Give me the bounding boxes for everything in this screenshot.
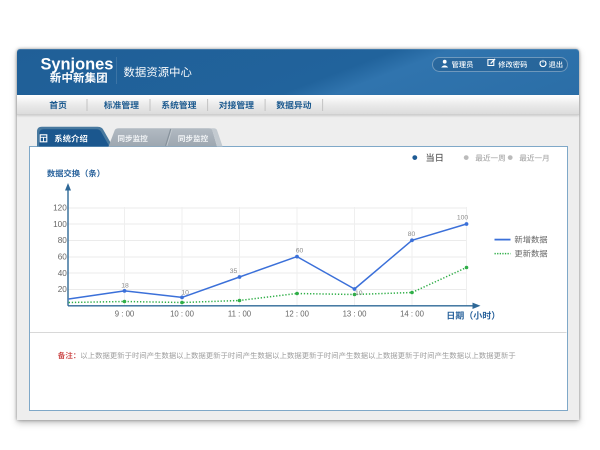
svg-text:10: 10 xyxy=(181,289,189,296)
svg-text:20: 20 xyxy=(58,285,68,294)
svg-text:18: 18 xyxy=(121,282,129,289)
svg-text:12 : 00: 12 : 00 xyxy=(285,310,310,319)
svg-text:60: 60 xyxy=(58,253,68,262)
svg-text:10 : 00: 10 : 00 xyxy=(170,310,195,319)
svg-text:40: 40 xyxy=(58,269,68,278)
svg-text:35: 35 xyxy=(230,268,238,275)
svg-text:10: 10 xyxy=(355,290,363,297)
svg-text:13 : 00: 13 : 00 xyxy=(343,310,368,319)
svg-text:100: 100 xyxy=(457,215,469,222)
svg-text:14 : 00: 14 : 00 xyxy=(400,310,425,319)
svg-text:120: 120 xyxy=(53,204,67,213)
svg-text:Synjones: Synjones xyxy=(41,55,114,73)
svg-text:100: 100 xyxy=(53,220,67,229)
svg-text:80: 80 xyxy=(58,236,68,245)
svg-text:80: 80 xyxy=(408,231,416,238)
svg-text:9 : 00: 9 : 00 xyxy=(115,310,135,319)
svg-text:11 : 00: 11 : 00 xyxy=(228,310,252,319)
svg-text:60: 60 xyxy=(296,247,304,254)
